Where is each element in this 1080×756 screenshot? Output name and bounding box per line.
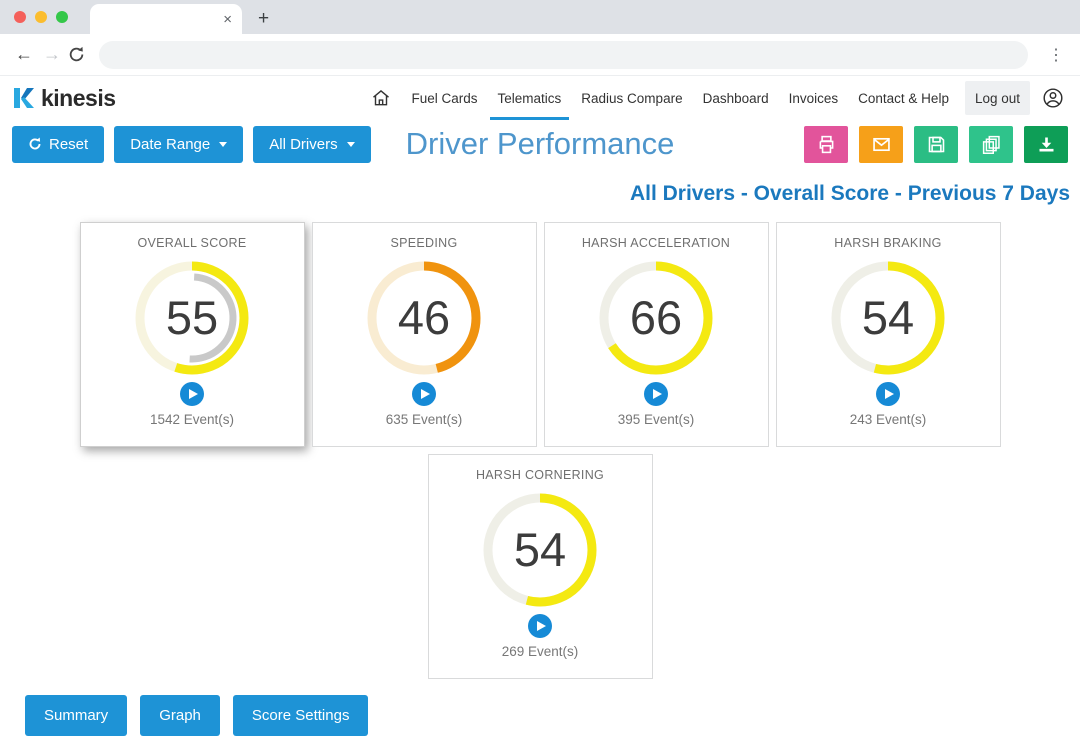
kinesis-logo[interactable]: kinesis bbox=[12, 85, 116, 112]
user-account-icon bbox=[1042, 87, 1064, 109]
export-actions bbox=[804, 126, 1068, 163]
copy-button[interactable] bbox=[969, 126, 1013, 163]
card-harsh-braking[interactable]: HARSH BRAKING 54 243 Event(s) bbox=[776, 222, 1001, 447]
footer-buttons: Summary Graph Score Settings bbox=[0, 695, 1080, 736]
score-gauge: 54 bbox=[478, 488, 602, 612]
card-title: HARSH BRAKING bbox=[834, 236, 941, 250]
printer-icon bbox=[816, 134, 837, 155]
controls-row: Reset Date Range All Drivers Driver Perf… bbox=[0, 122, 1080, 166]
score-gauge: 55 bbox=[130, 256, 254, 380]
play-button[interactable] bbox=[528, 614, 552, 638]
browser-menu-icon[interactable]: ⋮ bbox=[1042, 45, 1070, 65]
card-harsh-acceleration[interactable]: HARSH ACCELERATION 66 395 Event(s) bbox=[544, 222, 769, 447]
play-icon bbox=[537, 621, 546, 631]
score-value: 66 bbox=[630, 291, 682, 344]
card-harsh-cornering[interactable]: HARSH CORNERING 54 269 Event(s) bbox=[428, 454, 653, 679]
print-button[interactable] bbox=[804, 126, 848, 163]
events-count: 395 Event(s) bbox=[618, 412, 695, 427]
score-value: 54 bbox=[514, 523, 566, 576]
graph-button[interactable]: Graph bbox=[140, 695, 220, 736]
play-button[interactable] bbox=[412, 382, 436, 406]
download-icon bbox=[1036, 134, 1057, 155]
all-drivers-dropdown[interactable]: All Drivers bbox=[253, 126, 370, 163]
minimize-window-button[interactable] bbox=[35, 11, 47, 23]
reset-label: Reset bbox=[49, 136, 88, 153]
reset-button[interactable]: Reset bbox=[12, 126, 104, 163]
score-gauge: 66 bbox=[594, 256, 718, 380]
tab-strip: × + bbox=[0, 0, 1080, 34]
card-speeding[interactable]: SPEEDING 46 635 Event(s) bbox=[312, 222, 537, 447]
home-icon bbox=[371, 88, 391, 108]
main-nav: Fuel Cards Telematics Radius Compare Das… bbox=[363, 76, 1068, 120]
score-gauge: 54 bbox=[826, 256, 950, 380]
card-title: OVERALL SCORE bbox=[137, 236, 246, 250]
all-drivers-label: All Drivers bbox=[269, 136, 337, 153]
app-header: kinesis Fuel Cards Telematics Radius Com… bbox=[0, 76, 1080, 120]
new-tab-button[interactable]: + bbox=[258, 8, 269, 30]
score-cards-row-1: OVERALL SCORE 55 1542 Event(s) SPEEDING … bbox=[0, 222, 1080, 447]
kinesis-logo-icon bbox=[12, 86, 36, 110]
log-out-button[interactable]: Log out bbox=[965, 81, 1030, 115]
reload-icon[interactable] bbox=[68, 46, 85, 63]
email-button[interactable] bbox=[859, 126, 903, 163]
play-icon bbox=[885, 389, 894, 399]
play-button[interactable] bbox=[876, 382, 900, 406]
caret-down-icon bbox=[347, 142, 355, 147]
play-icon bbox=[189, 389, 198, 399]
tab-close-icon[interactable]: × bbox=[223, 12, 232, 27]
save-button[interactable] bbox=[914, 126, 958, 163]
date-range-label: Date Range bbox=[130, 136, 210, 153]
events-count: 635 Event(s) bbox=[386, 412, 463, 427]
maximize-window-button[interactable] bbox=[56, 11, 68, 23]
card-title: SPEEDING bbox=[391, 236, 458, 250]
score-settings-button[interactable]: Score Settings bbox=[233, 695, 369, 736]
nav-item-radius-compare[interactable]: Radius Compare bbox=[573, 76, 690, 120]
browser-tab[interactable]: × bbox=[90, 4, 242, 34]
back-icon[interactable]: ← bbox=[10, 44, 38, 65]
envelope-icon bbox=[871, 134, 892, 155]
browser-toolbar: ← → ⋮ bbox=[0, 34, 1080, 76]
score-gauge: 46 bbox=[362, 256, 486, 380]
score-value: 46 bbox=[398, 291, 450, 344]
nav-item-dashboard[interactable]: Dashboard bbox=[695, 76, 777, 120]
floppy-disk-icon bbox=[926, 134, 947, 155]
caret-down-icon bbox=[219, 142, 227, 147]
card-overall-score[interactable]: OVERALL SCORE 55 1542 Event(s) bbox=[80, 222, 305, 447]
date-range-dropdown[interactable]: Date Range bbox=[114, 126, 243, 163]
play-button[interactable] bbox=[180, 382, 204, 406]
account-button[interactable] bbox=[1038, 87, 1068, 109]
nav-item-contact-help[interactable]: Contact & Help bbox=[850, 76, 957, 120]
score-value: 55 bbox=[166, 291, 218, 344]
events-count: 243 Event(s) bbox=[850, 412, 927, 427]
address-bar[interactable] bbox=[99, 41, 1028, 69]
card-title: HARSH CORNERING bbox=[476, 468, 604, 482]
play-button[interactable] bbox=[644, 382, 668, 406]
play-icon bbox=[421, 389, 430, 399]
score-value: 54 bbox=[862, 291, 914, 344]
download-button[interactable] bbox=[1024, 126, 1068, 163]
card-title: HARSH ACCELERATION bbox=[582, 236, 730, 250]
home-nav-button[interactable] bbox=[363, 76, 399, 120]
report-subtitle: All Drivers - Overall Score - Previous 7… bbox=[0, 182, 1080, 206]
logo-text: kinesis bbox=[41, 85, 116, 112]
copy-pages-icon bbox=[981, 134, 1002, 155]
close-window-button[interactable] bbox=[14, 11, 26, 23]
nav-item-fuel-cards[interactable]: Fuel Cards bbox=[403, 76, 485, 120]
summary-button[interactable]: Summary bbox=[25, 695, 127, 736]
refresh-icon bbox=[28, 137, 42, 151]
forward-icon[interactable]: → bbox=[38, 44, 66, 65]
events-count: 269 Event(s) bbox=[502, 644, 579, 659]
nav-item-telematics[interactable]: Telematics bbox=[490, 76, 570, 120]
events-count: 1542 Event(s) bbox=[150, 412, 234, 427]
nav-item-invoices[interactable]: Invoices bbox=[781, 76, 847, 120]
score-cards-row-2: HARSH CORNERING 54 269 Event(s) bbox=[0, 454, 1080, 679]
play-icon bbox=[653, 389, 662, 399]
